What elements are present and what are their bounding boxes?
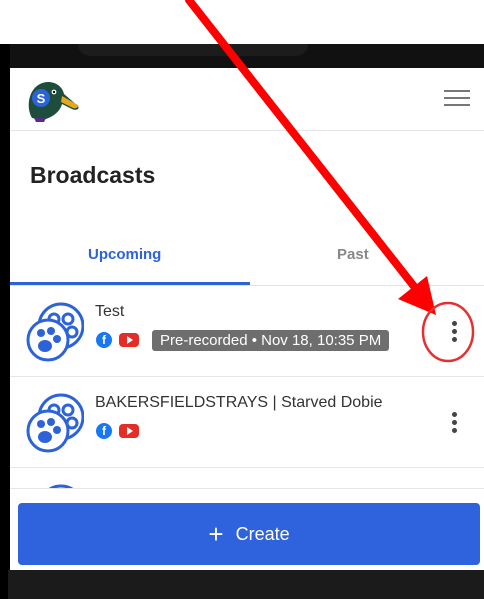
youtube-icon <box>119 333 139 347</box>
broadcast-title: BAKERSFIELDSTRAYS | Starved Dobie <box>95 394 383 411</box>
app-header: S <box>10 68 484 131</box>
broadcast-row[interactable]: BAKERSFIELDSTRAYS | Starved Dobie f <box>10 377 484 468</box>
phone-notch <box>78 44 308 56</box>
tab-upcoming[interactable]: Upcoming <box>88 246 161 263</box>
broadcast-tabs: Upcoming Past <box>10 238 484 286</box>
youtube-icon <box>119 424 139 438</box>
facebook-icon: f <box>96 332 112 348</box>
svg-text:S: S <box>37 91 46 106</box>
paw-icon <box>26 302 84 362</box>
screenshot-frame: S Broadcasts Upcoming Past Test f Pre-re… <box>0 0 484 599</box>
create-footer: + Create <box>10 488 484 570</box>
paw-icon <box>26 393 84 453</box>
duck-logo-icon[interactable]: S <box>24 78 80 122</box>
facebook-icon: f <box>96 423 112 439</box>
app-screen: S Broadcasts Upcoming Past Test f Pre-re… <box>10 68 484 570</box>
create-button[interactable]: + Create <box>18 503 480 565</box>
phone-bottom-bezel <box>8 570 484 599</box>
page-title: Broadcasts <box>30 162 156 188</box>
broadcast-title: Test <box>95 303 125 320</box>
phone-left-bezel <box>0 44 10 599</box>
tab-past[interactable]: Past <box>337 246 369 263</box>
more-options-button[interactable] <box>452 412 458 434</box>
more-options-button[interactable] <box>452 321 458 343</box>
active-tab-indicator <box>10 282 250 285</box>
create-button-label: Create <box>235 523 290 544</box>
status-badge: Pre-recorded • Nov 18, 10:35 PM <box>152 330 390 351</box>
phone-top-bezel <box>8 44 484 68</box>
plus-icon: + <box>208 519 224 549</box>
broadcast-row[interactable]: Test f Pre-recorded • Nov 18, 10:35 PM <box>10 286 484 377</box>
hamburger-menu-icon[interactable] <box>444 90 470 110</box>
